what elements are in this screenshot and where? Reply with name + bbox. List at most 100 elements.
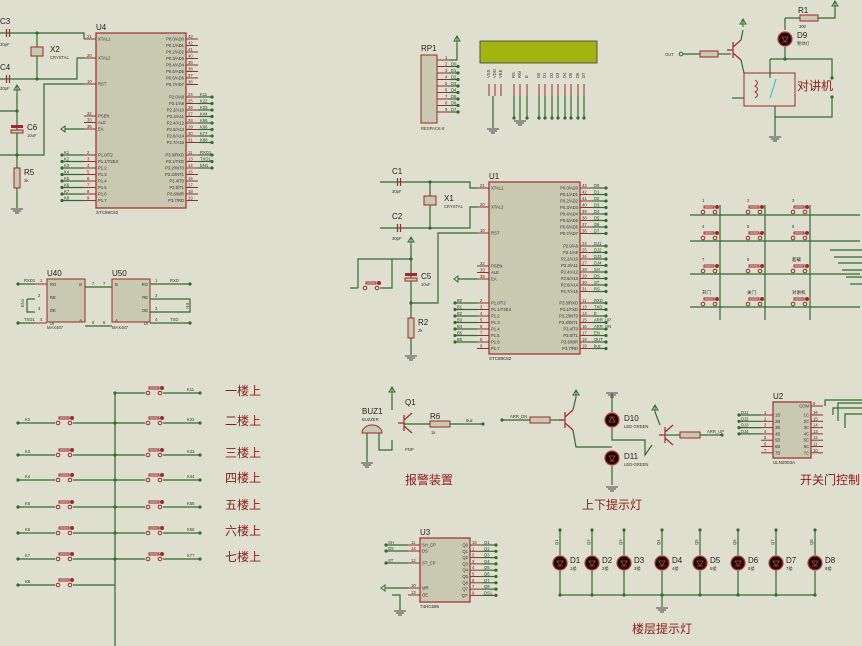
keypad-button-1[interactable]: [745, 205, 764, 215]
net-label: Q1: [554, 539, 559, 545]
arrow-dn-transistor-icon: [559, 409, 574, 431]
keypad-button-3[interactable]: [700, 231, 719, 241]
net-label: D5: [594, 216, 600, 221]
wire[interactable]: [411, 232, 477, 304]
resistor-dn[interactable]: [529, 416, 551, 424]
junction-dot: [210, 134, 214, 138]
buz1-ref: BUZ1: [362, 407, 383, 416]
wire[interactable]: [449, 43, 458, 61]
resistor-r2[interactable]: [407, 317, 415, 339]
u2-chip: U2 ULN2003A 1 1B DJ1 2 2B DJ2 3 3B DJ3 4 4B DJ4 5 5B 6 6B…: [741, 392, 823, 465]
keypad-button-11[interactable]: [790, 297, 809, 307]
keypad-button-10[interactable]: [745, 297, 764, 307]
resistor-base[interactable]: [699, 50, 719, 58]
wire[interactable]: [380, 259, 393, 289]
wire[interactable]: [740, 59, 745, 74]
pin-number: 30: [188, 131, 193, 136]
button-dot-icon: [715, 297, 719, 301]
floor-up-button-2[interactable]: [145, 416, 164, 426]
floor-button-4[interactable]: [55, 473, 74, 483]
wire[interactable]: [572, 429, 612, 448]
keypad-button-7[interactable]: [745, 264, 764, 274]
junction-dot: [384, 561, 388, 565]
junction-dot: [198, 391, 202, 395]
net-label: K3: [25, 449, 31, 454]
resistor-r6[interactable]: [429, 420, 451, 428]
floor-button-6[interactable]: [55, 526, 74, 536]
floor-up-button-6[interactable]: [145, 526, 164, 536]
pin-name: P1.2: [98, 166, 107, 171]
floor-button-8[interactable]: [55, 578, 74, 588]
pin-number: 7: [764, 448, 767, 453]
wire[interactable]: [844, 413, 862, 428]
keypad-button-9[interactable]: [700, 297, 719, 307]
keypad-button-2[interactable]: [790, 205, 809, 215]
wire[interactable]: [0, 57, 84, 80]
resistor-r5[interactable]: [13, 167, 21, 189]
wire[interactable]: [654, 411, 661, 426]
pin-name: P0.0/AD0: [166, 37, 185, 42]
wire[interactable]: [0, 32, 85, 39]
button-contact-icon: [790, 268, 796, 274]
keypad-button-6[interactable]: [700, 264, 719, 274]
net-label: D0: [451, 62, 457, 67]
pin-number: 3: [87, 157, 90, 162]
button-contact-icon: [67, 530, 73, 536]
wire[interactable]: [770, 58, 833, 78]
floor-button-5[interactable]: [55, 500, 74, 510]
ground-icon: [487, 128, 499, 134]
keypad-label: 1: [702, 198, 705, 203]
wire[interactable]: [380, 181, 477, 189]
floor-up-button-7[interactable]: [145, 552, 164, 562]
resistor-up[interactable]: [679, 431, 701, 439]
button-contact-icon: [700, 209, 706, 215]
alarm-caption: 报警装置: [405, 472, 453, 487]
wire[interactable]: [740, 29, 744, 41]
pin-number: 33: [480, 268, 485, 273]
keypad-button-8[interactable]: [790, 264, 809, 274]
wire[interactable]: [392, 594, 401, 610]
wire[interactable]: [26, 299, 35, 313]
wire[interactable]: [818, 8, 836, 19]
floor-button-2[interactable]: [55, 416, 74, 426]
net-label: K6: [64, 183, 70, 188]
net-label: K44: [200, 112, 208, 117]
net-label: E: [594, 311, 597, 316]
wire[interactable]: [0, 83, 84, 156]
net-label: Q6: [484, 572, 490, 577]
resistor-r1[interactable]: [799, 14, 819, 22]
wire[interactable]: [378, 433, 393, 451]
pin-name: P3.3/INT1: [559, 320, 579, 325]
junction-dot: [543, 116, 547, 120]
button-dot-icon: [160, 500, 164, 504]
wire[interactable]: [611, 428, 653, 457]
keypad-button-5[interactable]: [790, 231, 809, 241]
net-label: DJ2: [741, 416, 749, 421]
button-contact-icon: [157, 477, 163, 483]
schematic-canvas[interactable]: U4STC89C5221 XTAL120 XTAL210 RST32 PSEN33 ALE…: [0, 0, 862, 646]
floor-up-button-4[interactable]: [145, 473, 164, 483]
rp1-part: RESPACK-8: [421, 126, 445, 131]
junction-dot: [16, 583, 20, 587]
pin-name: 4C: [804, 431, 809, 436]
keypad-button-0[interactable]: [700, 205, 719, 215]
pin-name: P3.6/WR: [167, 192, 184, 197]
floor-button-7[interactable]: [55, 552, 74, 562]
reset-button-u1[interactable]: [362, 281, 381, 291]
buzzer-icon: [361, 424, 383, 434]
button-contact-icon: [55, 504, 61, 510]
keypad-button-4[interactable]: [745, 231, 764, 241]
r6-value: 1k: [431, 430, 436, 435]
wire[interactable]: [774, 97, 833, 118]
floor-up-button-3[interactable]: [145, 448, 164, 458]
wire[interactable]: [572, 396, 577, 411]
c1-value: 30pF: [392, 189, 402, 194]
q1-value: PNP: [405, 447, 414, 452]
floor-button-3[interactable]: [55, 448, 74, 458]
floor-up-button-5[interactable]: [145, 500, 164, 510]
pin-name: P3.4/T0: [563, 327, 578, 332]
button-contact-icon: [55, 582, 61, 588]
wire[interactable]: [837, 402, 862, 421]
button-contact-icon: [700, 235, 706, 241]
floor-up-button-1[interactable]: [145, 386, 164, 396]
